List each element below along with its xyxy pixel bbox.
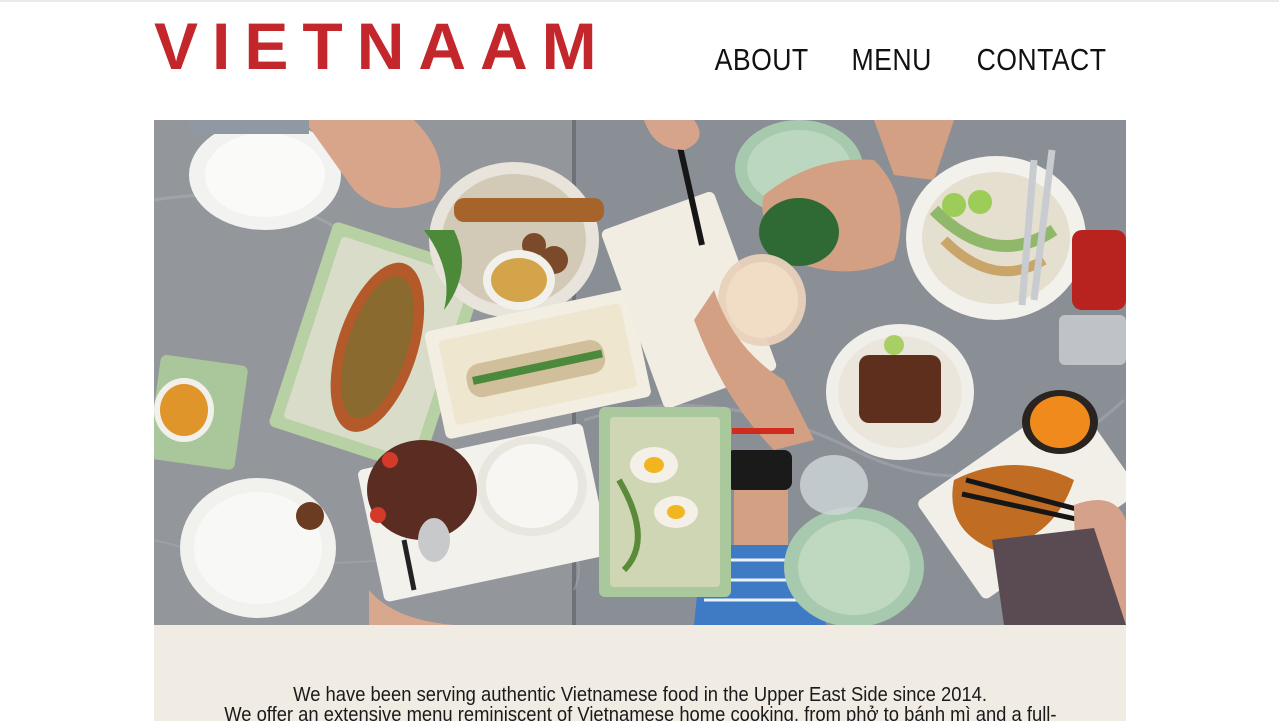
- page: VIETNAAM ABOUT MENU CONTACT We have been…: [0, 0, 1279, 721]
- about-text: We have been serving authentic Vietnames…: [154, 685, 1126, 721]
- hero-image: [154, 120, 1126, 625]
- site-logo[interactable]: VIETNAAM: [154, 10, 611, 82]
- nav-menu-link[interactable]: MENU: [851, 42, 931, 78]
- about-line-1: We have been serving authentic Vietnames…: [293, 684, 987, 706]
- top-divider: [0, 0, 1279, 2]
- nav-about-link[interactable]: ABOUT: [715, 42, 809, 78]
- about-line-2: We offer an extensive menu reminiscent o…: [223, 704, 1057, 721]
- main-nav: ABOUT MENU CONTACT: [707, 42, 1117, 78]
- about-section: We have been serving authentic Vietnames…: [154, 625, 1126, 721]
- nav-contact-link[interactable]: CONTACT: [977, 42, 1107, 78]
